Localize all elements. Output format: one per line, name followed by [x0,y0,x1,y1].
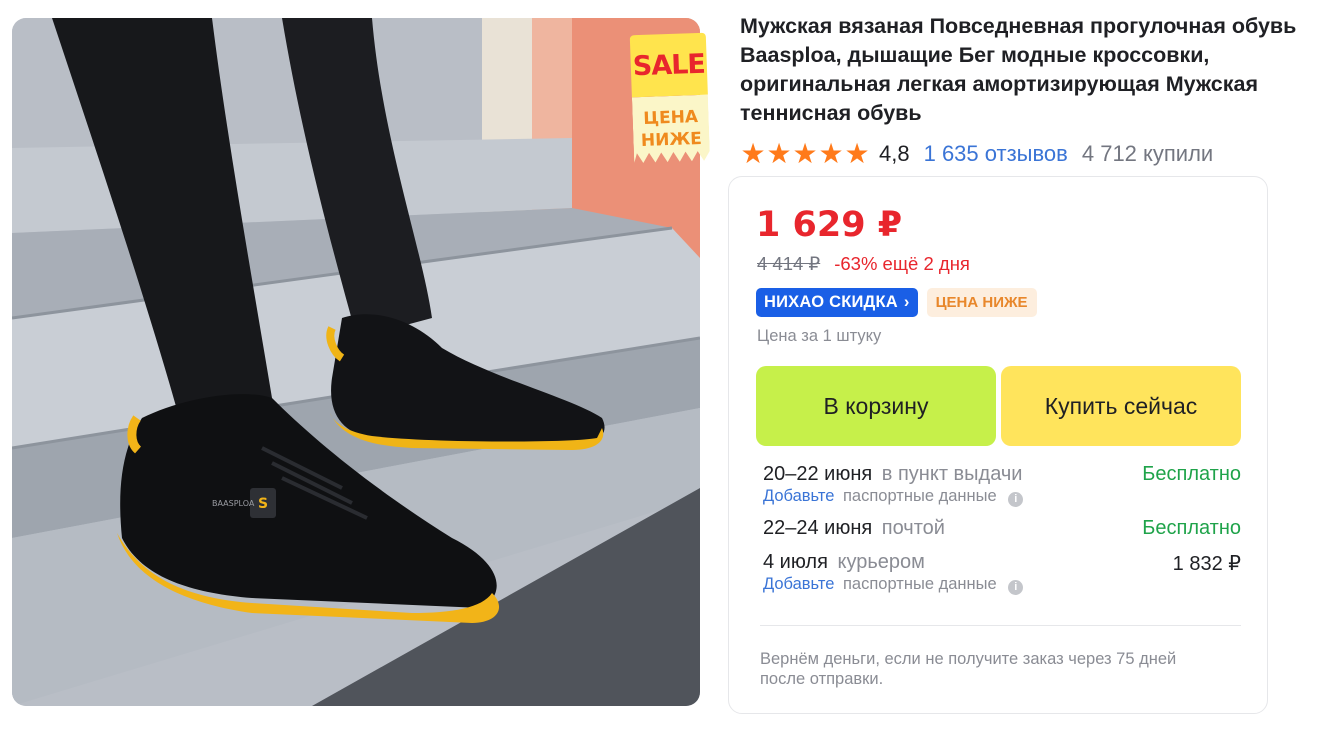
sneakers-photo: S BAASPLOA [12,18,700,706]
chevron-right-icon: › [903,293,910,311]
buy-card: 1 629 ₽ 4 414 ₽ -63% ещё 2 дня НИХАО СКИ… [728,176,1268,714]
delivery-cost: Бесплатно [1142,517,1241,539]
svg-text:S: S [258,496,268,512]
divider [760,625,1241,626]
delivery-cost: 1 832 ₽ [1172,553,1241,575]
sale-sticker-top: SALE [629,32,708,98]
rating-value: 4,8 [879,141,910,166]
delivery-method: в пункт выдачи [881,463,1023,485]
star-icon: ★ [740,138,766,169]
passport-note: Добавьте паспортные данные i [763,575,1241,597]
delivery-date: 4 июля [763,551,828,573]
delivery-method: курьером [837,551,925,573]
nihao-sale-label: НИХАО СКИДКА [764,293,898,311]
delivery-cost: Бесплатно [1142,463,1241,485]
delivery-method: почтой [881,517,945,539]
current-price: 1 629 ₽ [756,205,903,245]
refund-guarantee: Вернём деньги, если не получите заказ че… [760,650,1177,688]
info-icon[interactable]: i [1008,580,1024,595]
sale-sticker-line1: ЦЕНА [642,107,699,129]
passport-note-text: паспортные данные [843,487,997,505]
add-passport-link[interactable]: Добавьте [763,487,834,505]
sale-sticker-line2: НИЖЕ [640,128,703,152]
unit-price-note: Цена за 1 штуку [757,327,882,345]
nihao-sale-badge[interactable]: НИХАО СКИДКА › [756,288,918,317]
rating-stars: ★ ★ ★ ★ ★ [740,140,870,168]
passport-note: Добавьте паспортные данные i [763,487,1241,509]
discount-label: -63% ещё 2 дня [834,253,970,274]
star-icon: ★ [844,138,870,169]
delivery-date: 20–22 июня [763,463,873,485]
rating-row: ★ ★ ★ ★ ★ 4,8 1 635 отзывов 4 712 купили [740,139,1213,169]
star-icon: ★ [766,138,792,169]
sale-sticker-bottom: ЦЕНА НИЖЕ [632,95,710,164]
delivery-date: 22–24 июня [763,517,873,539]
reviews-link[interactable]: 1 635 отзывов [924,141,1068,167]
add-to-cart-button[interactable]: В корзину [756,366,996,446]
old-price-row: 4 414 ₽ -63% ещё 2 дня [757,253,970,275]
star-icon: ★ [818,138,844,169]
passport-note-text: паспортные данные [843,575,997,593]
add-passport-link[interactable]: Добавьте [763,575,834,593]
product-image[interactable]: S BAASPLOA [12,18,700,706]
purchases-count: 4 712 купили [1081,141,1214,166]
buy-now-button[interactable]: Купить сейчас [1001,366,1241,446]
price-lower-badge: ЦЕНА НИЖЕ [926,288,1037,317]
badge-row: НИХАО СКИДКА › ЦЕНА НИЖЕ [756,288,1037,317]
shoe-logo-text: BAASPLOA [212,499,255,508]
product-title: Мужская вязаная Повседневная прогулочная… [740,14,1297,125]
star-icon: ★ [792,138,818,169]
info-icon[interactable]: i [1008,492,1024,507]
delivery-options: 20–22 июня в пункт выдачи Бесплатно Доба… [763,463,1241,605]
old-price: 4 414 ₽ [757,253,821,274]
delivery-option-post: 22–24 июня почтой Бесплатно [763,517,1241,551]
sale-sticker: SALE ЦЕНА НИЖЕ [629,32,710,166]
